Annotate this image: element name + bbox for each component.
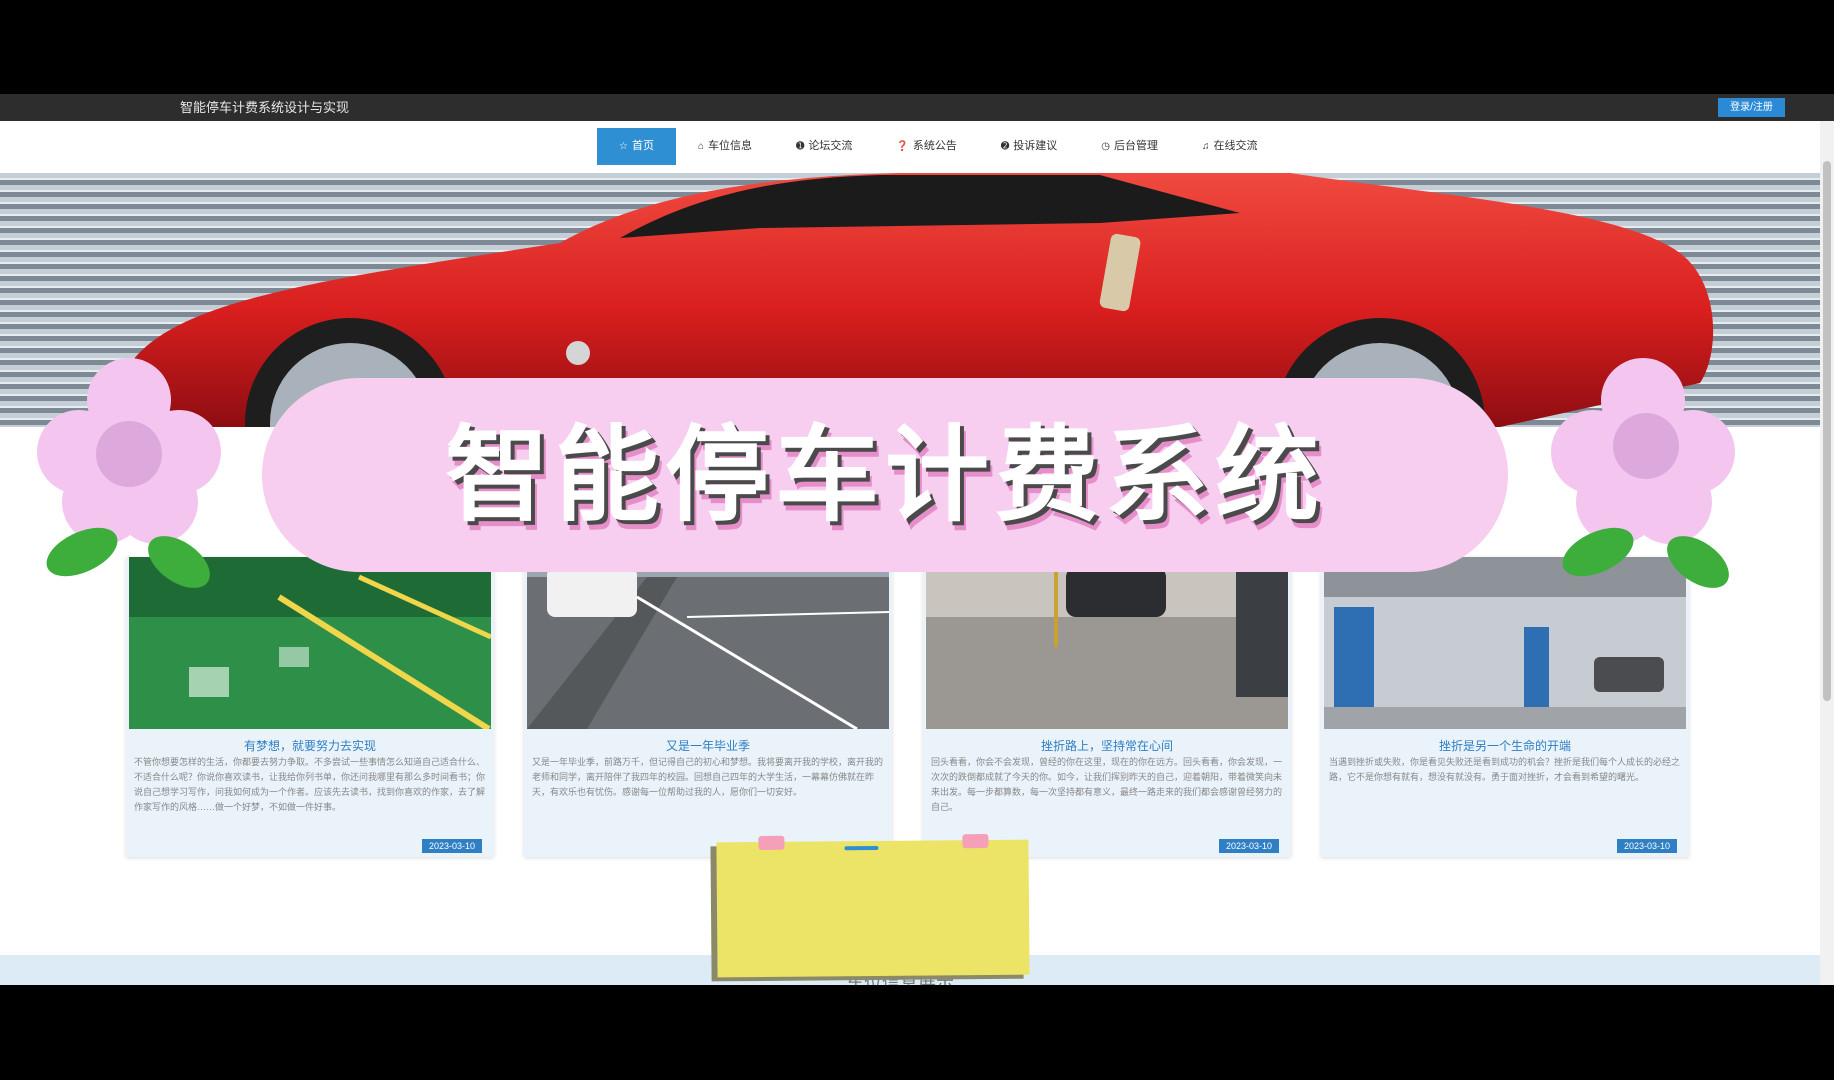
article-card[interactable]: 挫折是另一个生命的开端 当遇到挫折或失败，你是看见失败还是看到成功的机会？挫折是… (1321, 557, 1689, 857)
article-cards: 有梦想，就要努力去实现 不管你想要怎样的生活，你都要去努力争取。不多尝试一些事情… (126, 557, 1696, 857)
question-icon: ❓ (896, 141, 909, 152)
home-icon: ⌂ (697, 141, 705, 152)
nav-item-label: 后台管理 (1113, 140, 1158, 152)
nav-item-complaints[interactable]: ➋ 投诉建议 (979, 128, 1079, 165)
nav-item-label: 在线交流 (1213, 140, 1258, 152)
card-summary: 回头看看，你会不会发现，曾经的你在这里，现在的你在远方。回头看看，你会发现，一次… (931, 757, 1283, 812)
main-nav: ☆ 首页 ⌂ 车位信息 ➊ 论坛交流 ❓ 系统公告 ➋ 投诉建议 ◷ 后台管理 ♫ 在线交流 (597, 128, 1279, 165)
login-register-button[interactable]: 登录/注册 (1718, 98, 1785, 117)
card-date-badge: 2023-03-10 (1218, 839, 1279, 853)
nav-item-label: 论坛交流 (808, 140, 853, 152)
star-icon: ☆ (619, 141, 628, 152)
note-bar (844, 845, 879, 851)
gauge-icon: ◷ (1101, 141, 1110, 152)
card-title: 挫折路上，坚持常在心间 (1040, 739, 1173, 753)
top-header-bar: 智能停车计费系统设计与实现 登录/注册 (0, 94, 1834, 121)
overlay-title-banner: 智能停车计费系统 (262, 378, 1508, 572)
nav-item-chat[interactable]: ♫ 在线交流 (1180, 128, 1280, 165)
card-title: 挫折是另一个生命的开端 (1438, 739, 1571, 753)
nav-item-label: 系统公告 (912, 140, 957, 152)
nav-item-label: 首页 (631, 140, 654, 152)
article-card[interactable]: 挫折路上，坚持常在心间 回头看看，你会不会发现，曾经的你在这里，现在的你在远方。… (923, 557, 1291, 857)
flower-icon (37, 358, 221, 588)
nav-item-forum[interactable]: ➊ 论坛交流 (774, 128, 874, 165)
flower-icon (1551, 358, 1735, 588)
card-summary: 当遇到挫折或失败，你是看见失败还是看到成功的机会？挫折是我们每个人成长的必经之路… (1329, 757, 1681, 782)
card-summary: 又是一年毕业季，前路万千，但记得自己的初心和梦想。我将要离开我的学校，离开我的老… (532, 757, 884, 797)
card-title: 又是一年毕业季 (665, 739, 750, 753)
card-image (926, 557, 1288, 729)
sticky-note (716, 833, 1030, 978)
headphone-icon: ♫ (1201, 141, 1210, 152)
card-title: 有梦想，就要努力去实现 (243, 739, 376, 753)
nav-item-label: 车位信息 (708, 140, 753, 152)
nav-item-parking-info[interactable]: ⌂ 车位信息 (676, 128, 774, 165)
nav-item-home[interactable]: ☆ 首页 (597, 128, 676, 165)
pin-icon (962, 833, 989, 849)
article-card[interactable]: 又是一年毕业季 又是一年毕业季，前路万千，但记得自己的初心和梦想。我将要离开我的… (524, 557, 892, 857)
site-title: 智能停车计费系统设计与实现 (180, 100, 350, 115)
nav-item-label: 投诉建议 (1013, 140, 1058, 152)
overlay-title: 智能停车计费系统 (444, 414, 1325, 536)
info-icon: ➊ (796, 141, 805, 152)
card-date-badge: 2023-03-10 (1616, 839, 1677, 853)
article-card[interactable]: 有梦想，就要努力去实现 不管你想要怎样的生活，你都要去努力争取。不多尝试一些事情… (126, 557, 494, 857)
page-scrollbar[interactable] (1820, 121, 1834, 985)
nav-item-announcements[interactable]: ❓ 系统公告 (874, 128, 978, 165)
card-date-badge: 2023-03-10 (421, 839, 482, 853)
info-icon: ➋ (1000, 141, 1010, 152)
nav-item-admin[interactable]: ◷ 后台管理 (1079, 128, 1180, 165)
pin-icon (758, 835, 785, 850)
scrollbar-thumb[interactable] (1823, 161, 1831, 701)
card-image (527, 557, 889, 729)
card-summary: 不管你想要怎样的生活，你都要去努力争取。不多尝试一些事情怎么知道自己适合什么、不… (134, 757, 486, 812)
